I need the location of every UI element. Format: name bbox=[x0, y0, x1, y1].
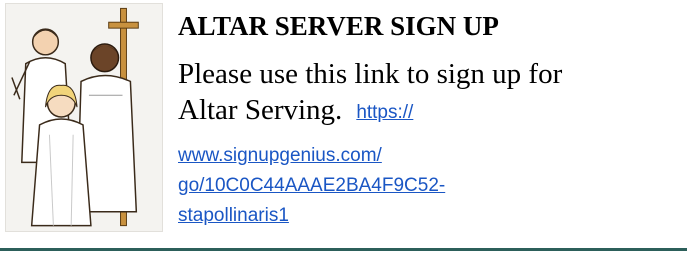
signup-link-part-3[interactable]: go/10C0C44AAAE2BA4F9C52- bbox=[178, 171, 445, 201]
bottom-divider bbox=[0, 248, 687, 251]
page: ALTAR SERVER SIGN UP Please use this lin… bbox=[0, 0, 687, 255]
altar-servers-illustration-icon bbox=[5, 3, 163, 232]
signup-link-part-1[interactable]: https:// bbox=[356, 102, 413, 123]
page-title: ALTAR SERVER SIGN UP bbox=[178, 11, 499, 41]
body-text: Please use this link to sign up for Alta… bbox=[178, 56, 678, 132]
signup-link[interactable]: www.signupgenius.com/ go/10C0C44AAAE2BA4… bbox=[178, 141, 445, 231]
body-line-2: Altar Serving. https:// bbox=[178, 92, 678, 132]
signup-link-part-4[interactable]: stapollinaris1 bbox=[178, 201, 445, 231]
body-line-2-text: Altar Serving. bbox=[178, 94, 343, 126]
body-line-1: Please use this link to sign up for bbox=[178, 58, 563, 90]
signup-link-part-2[interactable]: www.signupgenius.com/ bbox=[178, 141, 445, 171]
